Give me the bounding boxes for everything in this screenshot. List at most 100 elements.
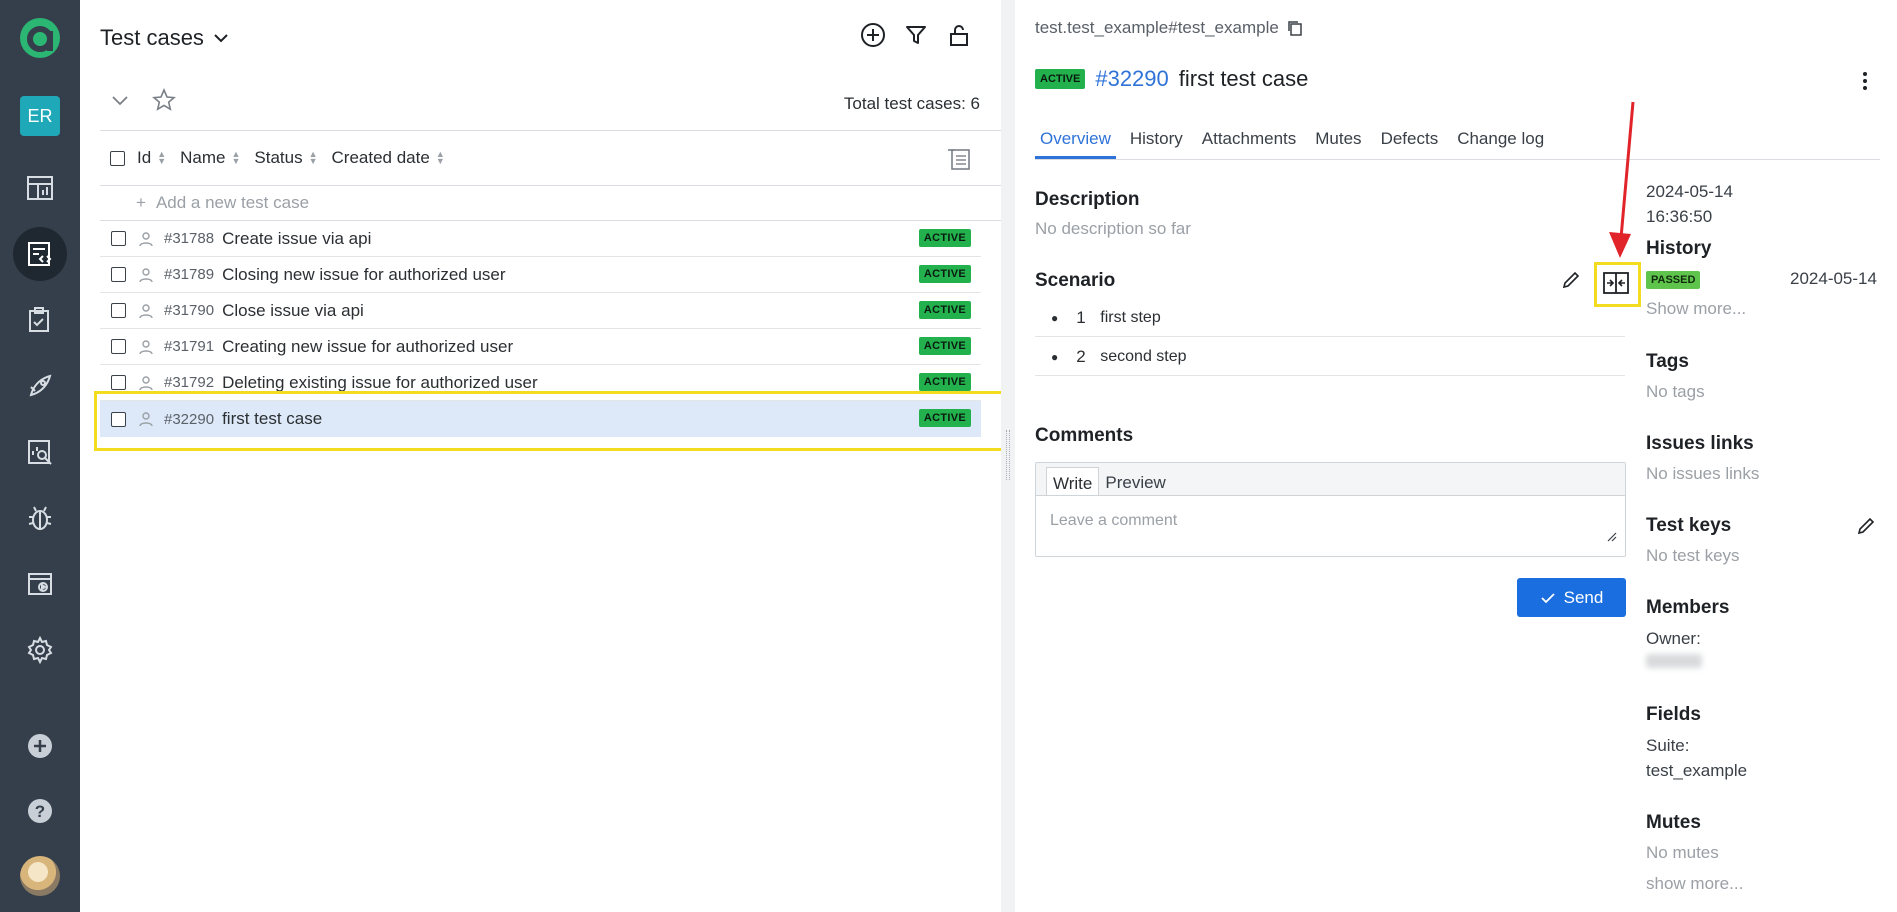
case-header: ACTIVE #32290 first test case [1035,66,1308,92]
star-icon[interactable] [152,88,176,112]
table-row[interactable]: #31791 Creating new issue for authorized… [100,329,981,365]
fields-title: Fields [1646,704,1701,725]
step-text: second step [1100,347,1187,365]
issues-empty: No issues links [1646,464,1760,483]
more-options-icon[interactable] [1855,68,1875,94]
tab-attachments[interactable]: Attachments [1197,126,1302,159]
sort-icon: ▲ ▼ [435,149,445,166]
row-checkbox[interactable] [111,303,126,318]
edit-test-keys-pencil-icon[interactable] [1856,516,1876,536]
tab-defects[interactable]: Defects [1376,126,1444,159]
collapse-chevron-icon[interactable] [110,90,130,110]
row-checkbox[interactable] [111,339,126,354]
scenario-title: Scenario [1035,270,1116,291]
status-badge: ACTIVE [918,265,971,283]
table-row[interactable]: #31790 Close issue via api ACTIVE [100,293,981,329]
analytics-icon[interactable] [13,425,67,479]
column-settings-icon[interactable] [946,146,972,172]
person-icon [139,231,153,246]
row-checkbox[interactable] [111,267,126,282]
tags-empty: No tags [1646,382,1705,401]
test-cases-icon[interactable] [13,227,67,281]
add-circle-icon[interactable] [860,22,886,48]
help-icon[interactable]: ? [13,784,67,838]
add-test-case-label: Add a new test case [155,193,310,212]
filter-icon[interactable] [903,22,929,48]
table-header: Id ▲ ▼ Name ▲ ▼ Status ▲ ▼ Created date ▲ ▼ [110,148,445,168]
column-created-date[interactable]: Created date ▲ ▼ [332,148,445,168]
test-keys-title: Test keys [1646,515,1732,536]
app-logo-icon[interactable] [19,17,61,59]
test-case-detail: test.test_example#test_example ACTIVE #3… [1015,0,1897,912]
created-date: 2024-05-14 [1646,182,1733,201]
mutes-empty: No mutes [1646,843,1719,862]
tab-overview[interactable]: Overview [1035,126,1116,159]
settings-icon[interactable] [13,623,67,677]
comment-input[interactable]: Leave a comment [1036,496,1625,546]
test-keys-empty: No test keys [1646,546,1740,565]
jobs-icon[interactable] [13,557,67,611]
unlock-icon[interactable] [946,22,972,48]
send-button[interactable]: Send [1517,578,1626,617]
resize-handle-icon[interactable] [1607,532,1617,542]
add-test-case-row[interactable]: + Add a new test case [136,193,309,213]
test-case-id: #31792 [164,374,215,391]
tab-mutes[interactable]: Mutes [1310,126,1366,159]
user-badge[interactable]: ER [20,96,60,136]
status-badge: ACTIVE [918,301,971,319]
tags-title: Tags [1646,351,1689,372]
bullet-icon: ● [1051,310,1059,325]
sort-icon: ▲ ▼ [157,149,167,166]
description-title: Description [1035,189,1140,210]
add-icon[interactable] [13,719,67,773]
plus-icon: + [136,193,146,212]
created-time: 16:36:50 [1646,207,1713,226]
column-name[interactable]: Name ▲ ▼ [180,148,240,168]
test-case-id: #31788 [164,230,215,247]
case-name: first test case [1178,66,1309,91]
test-case-name: Close issue via api [222,300,364,320]
status-badge: ACTIVE [1035,69,1086,89]
scenario-step[interactable]: ● 2 second step [1035,338,1625,376]
detail-tabs: Overview History Attachments Mutes Defec… [1035,126,1880,160]
splitter-grip-icon[interactable] [1006,430,1010,480]
tab-history[interactable]: History [1125,126,1188,159]
person-icon [139,267,153,282]
table-row[interactable]: #31788 Create issue via api ACTIVE [100,221,981,257]
row-checkbox[interactable] [111,375,126,390]
total-test-cases: Total test cases: 6 [843,94,980,113]
table-row[interactable]: #31789 Closing new issue for authorized … [100,257,981,293]
test-cases-title[interactable]: Test cases [100,25,230,51]
profile-avatar[interactable] [20,856,60,896]
show-more-mutes-link[interactable]: show more... [1646,874,1743,894]
test-case-name: Deleting existing issue for authorized u… [222,372,538,392]
edit-scenario-pencil-icon[interactable] [1561,270,1581,290]
scenario-step[interactable]: ● 1 first step [1035,299,1625,337]
launches-icon[interactable] [13,359,67,413]
defects-icon[interactable] [13,491,67,545]
column-status[interactable]: Status ▲ ▼ [254,148,317,168]
column-id[interactable]: Id ▲ ▼ [137,148,166,168]
members-title: Members [1646,597,1730,618]
tab-write[interactable]: Write [1046,467,1100,495]
show-more-link[interactable]: Show more... [1646,299,1746,319]
pane-splitter[interactable] [1001,0,1015,912]
test-case-id: #31790 [164,302,215,319]
svg-text:?: ? [35,802,45,821]
step-number: 1 [1076,307,1086,327]
copy-icon[interactable] [1286,19,1304,37]
select-all-checkbox[interactable] [110,150,125,166]
row-checkbox[interactable] [111,231,126,246]
sort-icon: ▲ ▼ [308,149,318,166]
bullet-icon: ● [1051,349,1059,364]
test-plans-icon[interactable] [13,293,67,347]
comment-tabs: Write Preview [1036,463,1625,496]
dashboards-icon[interactable] [13,161,67,215]
tab-change-log[interactable]: Change log [1452,126,1549,159]
history-status-badge[interactable]: PASSED [1646,271,1701,289]
tab-preview[interactable]: Preview [1099,467,1171,495]
person-icon [139,375,153,390]
suite-value: test_example [1646,761,1748,780]
suite-label: Suite: [1646,736,1690,755]
case-id[interactable]: #32290 [1095,66,1168,92]
